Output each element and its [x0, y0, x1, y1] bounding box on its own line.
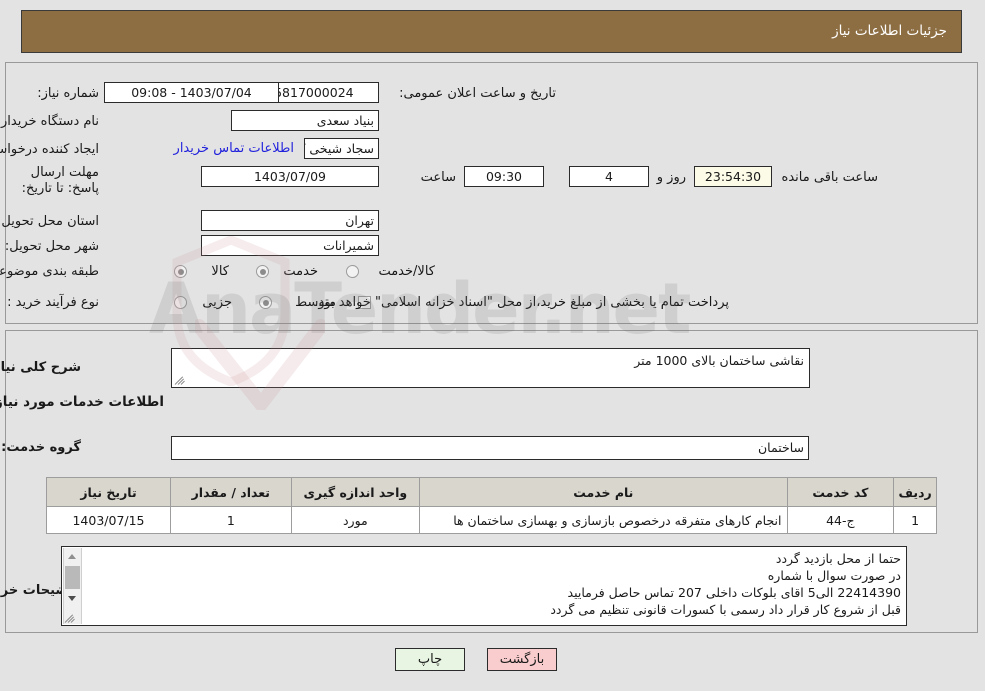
- category-option-kala-label: کالا: [212, 264, 230, 279]
- scroll-up-icon[interactable]: [65, 548, 82, 565]
- table-header-row: ردیف کد خدمت نام خدمت واحد اندازه گیری ت…: [47, 477, 938, 507]
- cell-unit: مورد: [291, 506, 422, 534]
- deadline-date-field[interactable]: 1403/07/09: [202, 166, 380, 187]
- purchase-type-option-jozee-label: جزیی: [203, 295, 233, 310]
- city-field[interactable]: شمیرانات: [202, 235, 380, 256]
- category-option-khedmat-label: خدمت: [284, 264, 319, 279]
- cell-row: 1: [894, 506, 938, 534]
- service-group-label: گروه خدمت:: [2, 440, 82, 455]
- category-radio-khedmat[interactable]: [257, 265, 270, 278]
- table-col-row: ردیف: [894, 477, 938, 507]
- cell-code: ج-44: [787, 506, 896, 534]
- table-col-quantity: تعداد / مقدار: [171, 477, 293, 507]
- category-option-kala-khedmat-label: کالا/خدمت: [379, 264, 436, 279]
- deadline-days-label: روز و: [657, 170, 687, 185]
- page-title: جزئیات اطلاعات نیاز: [833, 23, 948, 39]
- back-button[interactable]: بازگشت: [488, 648, 558, 671]
- purchase-type-radio-motavasset[interactable]: [260, 296, 273, 309]
- city-label: شهر محل تحویل:: [5, 239, 100, 254]
- buyer-org-field[interactable]: بنیاد سعدی: [232, 110, 380, 131]
- table-col-need-date: تاریخ نیاز: [47, 477, 172, 507]
- cell-need-date: 1403/07/15: [47, 506, 172, 534]
- announce-datetime-label: تاریخ و ساعت اعلان عمومی:: [400, 86, 557, 101]
- buyer-contact-link[interactable]: اطلاعات تماس خریدار: [175, 141, 295, 156]
- requester-label: ایجاد کننده درخواست:: [0, 142, 100, 157]
- scrollbar-thumb[interactable]: [66, 566, 81, 589]
- scroll-down-icon[interactable]: [65, 590, 82, 607]
- print-button[interactable]: چاپ: [396, 648, 466, 671]
- deadline-time-field[interactable]: 09:30: [465, 166, 545, 187]
- deadline-countdown-field: 23:54:30: [695, 166, 773, 187]
- province-label: استان محل تحویل:: [0, 214, 100, 229]
- announce-datetime-field[interactable]: 09:08 - 1403/07/04: [105, 82, 280, 103]
- need-description-value: نقاشی ساختمان بالای 1000 متر: [635, 353, 805, 368]
- deadline-time-label: ساعت: [421, 170, 457, 185]
- buyer-notes-scrollbar[interactable]: [64, 548, 83, 624]
- requester-field[interactable]: سجاد شیخی کاربرداز بنیاد سعدی: [305, 138, 380, 159]
- purchase-type-radio-jozee[interactable]: [175, 296, 188, 309]
- deadline-remaining-label: ساعت باقی مانده: [782, 170, 879, 185]
- province-field[interactable]: تهران: [202, 210, 380, 231]
- cell-quantity: 1: [171, 506, 293, 534]
- deadline-label: مهلت ارسال پاسخ: تا تاریخ:: [22, 165, 100, 196]
- table-col-unit: واحد اندازه گیری: [291, 477, 422, 507]
- service-group-field[interactable]: ساختمان: [172, 436, 810, 460]
- table-col-code: کد خدمت: [787, 477, 896, 507]
- window-titlebar: جزئیات اطلاعات نیاز: [22, 10, 963, 53]
- treasury-bond-note: پرداخت تمام یا بخشی از مبلغ خرید،از محل …: [315, 295, 730, 310]
- table-col-name: نام خدمت: [420, 477, 789, 507]
- table-row[interactable]: 1 ج-44 انجام کارهای متفرقه درخصوص بازساز…: [47, 506, 938, 534]
- buyer-notes-value: حتما از محل بازدید گردد در صورت سوال با …: [551, 551, 902, 617]
- services-section-heading: اطلاعات خدمات مورد نیاز: [0, 394, 165, 410]
- buyer-notes-textarea[interactable]: حتما از محل بازدید گردد در صورت سوال با …: [62, 546, 908, 626]
- buyer-org-label: نام دستگاه خریدار:: [0, 114, 100, 129]
- need-description-textarea[interactable]: نقاشی ساختمان بالای 1000 متر: [172, 348, 811, 388]
- category-radio-kala-khedmat[interactable]: [347, 265, 360, 278]
- cell-name: انجام کارهای متفرقه درخصوص بازسازی و بهس…: [420, 506, 789, 534]
- category-label: طبقه بندی موضوعی:: [0, 264, 100, 279]
- deadline-days-field[interactable]: 4: [570, 166, 650, 187]
- purchase-type-label: نوع فرآیند خرید :: [8, 295, 100, 310]
- services-table: ردیف کد خدمت نام خدمت واحد اندازه گیری ت…: [47, 477, 938, 534]
- category-radio-kala[interactable]: [175, 265, 188, 278]
- need-number-label: شماره نیاز:: [38, 86, 100, 101]
- need-description-label: شرح کلی نیاز:: [0, 360, 82, 375]
